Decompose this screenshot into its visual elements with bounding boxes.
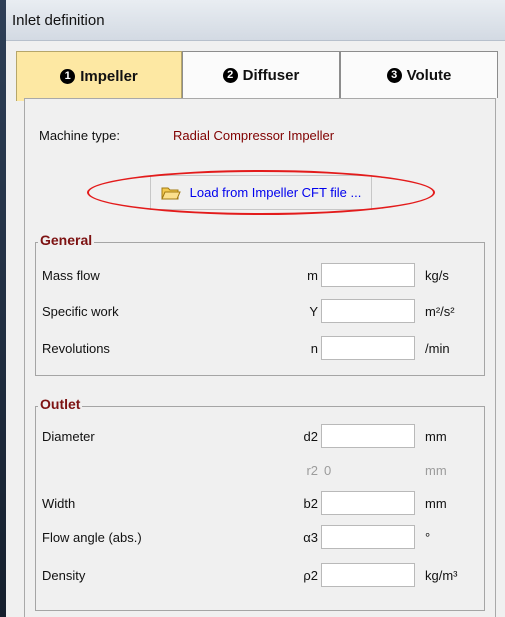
mass-flow-unit: kg/s (425, 268, 449, 283)
machine-type-label: Machine type: (39, 128, 120, 143)
mass-flow-symbol: m (307, 268, 318, 283)
tab-volute[interactable]: 3 Volute (340, 51, 498, 98)
density-label: Density (42, 568, 86, 583)
tab-label: Volute (406, 66, 452, 84)
general-group: General Mass flow m kg/s Specific work Y… (35, 232, 486, 376)
width-input[interactable] (321, 491, 415, 515)
mass-flow-label: Mass flow (42, 268, 100, 283)
specific-work-unit: m²/s² (425, 304, 455, 319)
tab-label: Diffuser (242, 66, 300, 84)
inlet-definition-window: Inlet definition 1 Impeller 2 Diffuser 3… (6, 0, 505, 617)
width-unit: mm (425, 496, 447, 511)
tab-bar: 1 Impeller 2 Diffuser 3 Volute (16, 51, 505, 101)
radius-row: r2 0 mm (36, 458, 486, 482)
density-symbol: ρ2 (303, 568, 318, 583)
general-group-title: General (38, 232, 95, 248)
width-row: Width b2 mm (36, 491, 486, 515)
load-cft-button[interactable]: Load from Impeller CFT file ... (111, 170, 411, 215)
revolutions-row: Revolutions n /min (36, 336, 486, 360)
number-1-icon: 1 (60, 69, 76, 84)
specific-work-symbol: Y (309, 304, 318, 319)
width-symbol: b2 (303, 496, 318, 511)
specific-work-input[interactable] (321, 299, 415, 323)
machine-type-value: Radial Compressor Impeller (173, 128, 335, 143)
flow-angle-row: Flow angle (abs.) α3 ° (36, 525, 486, 549)
window-title: Inlet definition (12, 12, 105, 29)
diameter-symbol: d2 (303, 429, 318, 444)
flow-angle-input[interactable] (321, 525, 415, 549)
width-label: Width (42, 496, 76, 511)
specific-work-row: Specific work Y m²/s² (36, 299, 486, 323)
revolutions-symbol: n (310, 341, 318, 356)
number-3-icon: 3 (386, 67, 402, 83)
diameter-input[interactable] (321, 424, 415, 448)
density-row: Density ρ2 kg/m³ (36, 563, 486, 587)
tab-impeller[interactable]: 1 Impeller (16, 51, 182, 101)
diameter-unit: mm (425, 429, 447, 444)
folder-open-icon (160, 187, 181, 199)
diameter-label: Diameter (42, 429, 95, 444)
outlet-group-title: Outlet (38, 396, 83, 412)
tab-label: Impeller (80, 68, 138, 85)
revolutions-label: Revolutions (42, 341, 110, 356)
radius-symbol: r2 (306, 463, 318, 478)
flow-angle-unit: ° (425, 530, 431, 545)
flow-angle-symbol: α3 (303, 530, 318, 545)
load-button-label: Load from Impeller CFT file ... (189, 185, 362, 200)
specific-work-label: Specific work (42, 304, 119, 319)
mass-flow-row: Mass flow m kg/s (36, 263, 486, 287)
flow-angle-label: Flow angle (abs.) (42, 530, 142, 545)
tab-diffuser[interactable]: 2 Diffuser (182, 51, 340, 98)
outlet-group: Outlet Diameter d2 mm r2 0 mm Width b2 m… (35, 396, 486, 611)
density-unit: kg/m³ (425, 568, 458, 583)
density-input[interactable] (321, 563, 415, 587)
impeller-panel: Machine type: Radial Compressor Impeller… (24, 98, 496, 617)
radius-unit: mm (425, 463, 447, 478)
mass-flow-input[interactable] (321, 263, 415, 287)
window-titlebar[interactable]: Inlet definition (6, 0, 505, 41)
number-2-icon: 2 (222, 67, 238, 83)
revolutions-unit: /min (425, 341, 450, 356)
revolutions-input[interactable] (321, 336, 415, 360)
diameter-row: Diameter d2 mm (36, 424, 486, 448)
radius-value: 0 (324, 463, 332, 478)
